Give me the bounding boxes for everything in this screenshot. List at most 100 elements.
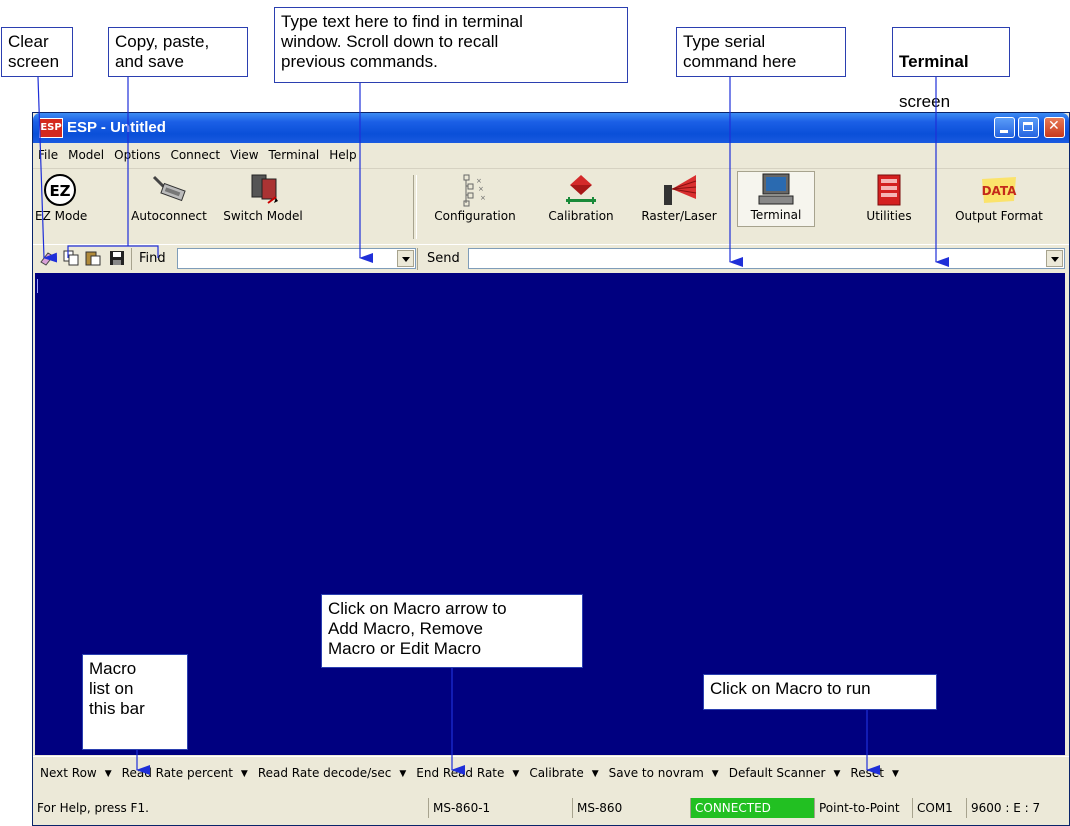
macro-menu-arrow-icon[interactable]: ▼ <box>592 769 599 779</box>
svg-text:×: × <box>480 194 486 202</box>
macro-bar: Next Row ▼ Read Rate percent ▼ Read Rate dec… <box>33 756 1069 787</box>
macro-reset[interactable]: Reset ▼ <box>843 766 901 780</box>
macro-menu-arrow-icon[interactable]: ▼ <box>712 769 719 779</box>
configuration-button[interactable]: × × × Configuration <box>429 173 521 223</box>
callout-macro-run: Click on Macro to run <box>703 674 937 710</box>
title-bar[interactable]: ESP ESP - Untitled <box>33 113 1069 143</box>
menu-file[interactable]: File <box>33 144 63 162</box>
macro-menu-arrow-icon[interactable]: ▼ <box>105 769 112 779</box>
send-input[interactable] <box>471 250 981 270</box>
ez-mode-icon: EZ <box>44 174 76 206</box>
macro-menu-arrow-icon[interactable]: ▼ <box>399 769 406 779</box>
raster-laser-button[interactable]: Raster/Laser <box>639 173 719 223</box>
menu-help[interactable]: Help <box>324 144 361 162</box>
status-model2: MS-860 <box>572 798 690 818</box>
autoconnect-label: Autoconnect <box>131 209 207 223</box>
callout-serial-command: Type serial command here <box>676 27 846 77</box>
status-settings: 9600 : E : 7 <box>966 798 1069 818</box>
callout-find-text: Type text here to find in terminal windo… <box>274 7 628 83</box>
menu-connect[interactable]: Connect <box>165 144 225 162</box>
configuration-tree-icon: × × × <box>463 174 486 207</box>
svg-text:×: × <box>478 185 484 193</box>
menu-view[interactable]: View <box>225 144 263 162</box>
macro-label[interactable]: Read Rate percent <box>122 766 233 780</box>
send-combobox[interactable] <box>468 248 1065 270</box>
macro-label[interactable]: End Read Rate <box>416 766 504 780</box>
macro-menu-arrow-icon[interactable]: ▼ <box>512 769 519 779</box>
terminal-label: Terminal <box>750 208 802 222</box>
calibration-label: Calibration <box>548 209 614 223</box>
output-format-label: Output Format <box>955 209 1043 223</box>
status-connection: CONNECTED <box>690 798 814 818</box>
find-dropdown-arrow-icon[interactable] <box>397 250 414 267</box>
eraser-icon[interactable] <box>39 250 55 266</box>
switch-model-button[interactable]: Switch Model <box>221 173 305 223</box>
macro-read-rate-percent[interactable]: Read Rate percent ▼ <box>115 766 251 780</box>
terminal-cursor <box>37 279 38 293</box>
find-combobox[interactable] <box>177 248 416 270</box>
macro-calibrate[interactable]: Calibrate ▼ <box>522 766 601 780</box>
paste-icon[interactable] <box>85 250 101 266</box>
find-input[interactable] <box>180 250 386 270</box>
macro-label[interactable]: Save to novram <box>609 766 704 780</box>
macro-end-read-rate[interactable]: End Read Rate ▼ <box>409 766 522 780</box>
macro-default-scanner[interactable]: Default Scanner ▼ <box>722 766 844 780</box>
switch-model-icon <box>251 174 278 204</box>
macro-read-rate-decode[interactable]: Read Rate decode/sec ▼ <box>251 766 409 780</box>
menu-terminal[interactable]: Terminal <box>264 144 325 162</box>
utilities-label: Utilities <box>866 209 912 223</box>
menu-options[interactable]: Options <box>109 144 165 162</box>
minimize-button[interactable] <box>994 117 1015 138</box>
terminal-computer-icon <box>758 173 794 205</box>
calibration-button[interactable]: Calibration <box>541 173 621 223</box>
esp-app-icon: ESP <box>39 118 63 138</box>
macro-menu-arrow-icon[interactable]: ▼ <box>892 769 899 779</box>
terminal-button[interactable]: Terminal <box>737 171 815 227</box>
maximize-button[interactable] <box>1018 117 1039 138</box>
callout-terminal-screen: Terminal screen <box>892 27 1010 111</box>
callout-terminal-bold: Terminal <box>899 52 969 71</box>
macro-label[interactable]: Default Scanner <box>729 766 826 780</box>
macro-label[interactable]: Calibrate <box>529 766 583 780</box>
status-help: For Help, press F1. <box>37 801 149 815</box>
findbar-separator <box>131 248 132 270</box>
status-model1: MS-860-1 <box>428 798 572 818</box>
menu-model[interactable]: Model <box>63 144 109 162</box>
status-mode: Point-to-Point <box>814 798 912 818</box>
findbar-separator-2 <box>417 248 418 270</box>
macro-next-row[interactable]: Next Row ▼ <box>33 766 115 780</box>
close-button[interactable] <box>1044 117 1065 138</box>
macro-menu-arrow-icon[interactable]: ▼ <box>241 769 248 779</box>
macro-label[interactable]: Next Row <box>40 766 97 780</box>
autoconnect-button[interactable]: Autoconnect <box>131 173 207 223</box>
data-icon-text: DATA <box>982 184 1018 198</box>
macro-menu-arrow-icon[interactable]: ▼ <box>833 769 840 779</box>
send-label: Send <box>427 251 460 266</box>
copy-icon[interactable] <box>63 250 79 266</box>
svg-text:×: × <box>476 177 482 185</box>
macro-label[interactable]: Read Rate decode/sec <box>258 766 392 780</box>
output-format-data-icon: DATA <box>982 177 1018 203</box>
cable-connector-icon <box>152 175 186 202</box>
toolbar-separator <box>413 175 417 239</box>
ez-mode-label: EZ Mode <box>35 209 88 223</box>
utilities-button[interactable]: Utilities <box>859 173 919 223</box>
status-bar: For Help, press F1. MS-860-1 MS-860 CONN… <box>33 787 1069 825</box>
menu-bar: File Model Options Connect View Terminal Help <box>33 144 1069 169</box>
raster-laser-icon <box>664 175 697 205</box>
callout-clear-screen: Clear screen <box>1 27 73 77</box>
send-dropdown-arrow-icon[interactable] <box>1046 250 1063 267</box>
status-port: COM1 <box>912 798 966 818</box>
callout-macro-arrow: Click on Macro arrow to Add Macro, Remov… <box>321 594 583 668</box>
switch-model-label: Switch Model <box>223 209 303 223</box>
macro-label[interactable]: Reset <box>850 766 884 780</box>
find-label: Find <box>139 251 166 266</box>
window-title: ESP - Untitled <box>67 119 166 136</box>
macro-save-to-novram[interactable]: Save to novram ▼ <box>602 766 722 780</box>
callout-terminal-rest: screen <box>899 92 951 111</box>
callout-macro-list: Macro list on this bar <box>82 654 188 750</box>
main-toolbar: EZ EZ Mode Autoconnect Switch Model × × … <box>33 169 1069 243</box>
output-format-button[interactable]: DATA Output Format <box>951 173 1047 223</box>
save-icon[interactable] <box>109 250 125 266</box>
ez-mode-button[interactable]: EZ EZ Mode <box>35 173 88 223</box>
